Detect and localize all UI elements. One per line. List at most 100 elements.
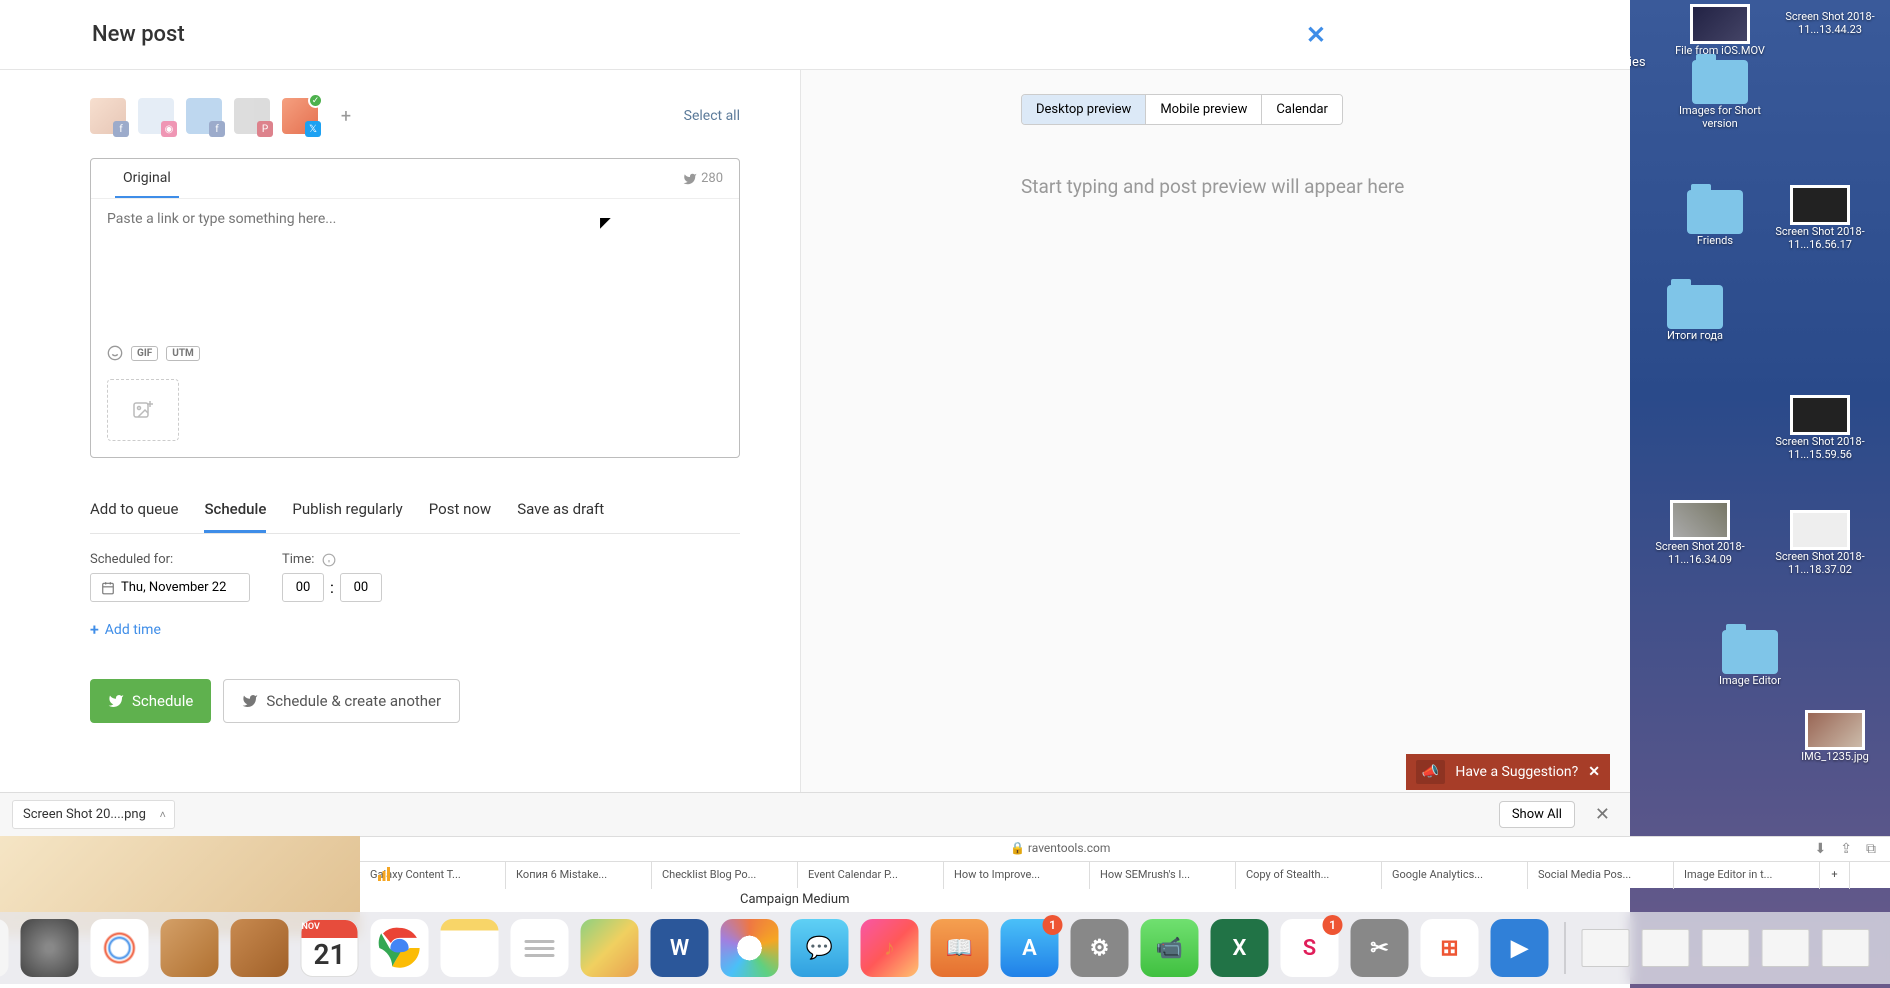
dock-system-preferences[interactable]: ⚙ — [1071, 919, 1129, 977]
download-bar-close[interactable]: ✕ — [1587, 800, 1618, 829]
schedule-button[interactable]: Schedule — [90, 679, 211, 723]
account-facebook-1[interactable]: f — [90, 98, 126, 134]
add-time-link[interactable]: +Add time — [90, 620, 740, 639]
compose-tab-original[interactable]: Original — [115, 160, 179, 198]
desktop-screenshot-5[interactable]: Screen Shot 2018-11...18.37.02 — [1760, 510, 1880, 576]
dock-notes[interactable] — [441, 919, 499, 977]
desktop-folder-friends[interactable]: Friends — [1655, 190, 1775, 247]
background-tab[interactable]: Event Calendar P... — [798, 862, 944, 889]
dock-separator — [1565, 922, 1566, 974]
time-label: Time: — [282, 552, 382, 567]
tab-add-to-queue[interactable]: Add to queue — [90, 488, 178, 533]
dock-office[interactable]: ⊞ — [1421, 919, 1479, 977]
desktop-screenshot-1[interactable]: Screen Shot 2018-11...13.44.23 — [1770, 10, 1890, 36]
preview-tab-mobile[interactable]: Mobile preview — [1145, 95, 1261, 124]
dock-excel[interactable]: X — [1211, 919, 1269, 977]
add-account-button[interactable]: + — [330, 100, 362, 132]
background-tab[interactable]: Image Editor in t... — [1674, 862, 1820, 889]
desktop-screenshot-3[interactable]: Screen Shot 2018-11...15.59.56 — [1760, 395, 1880, 461]
dock-minimized-4[interactable] — [1762, 929, 1810, 967]
dock-ibooks[interactable]: 📖 — [931, 919, 989, 977]
dock-minimized-2[interactable] — [1642, 929, 1690, 967]
account-facebook-2[interactable]: f — [186, 98, 222, 134]
gif-button[interactable]: GIF — [131, 346, 158, 361]
dock-calendar[interactable]: NOV21 — [301, 919, 359, 977]
preview-tab-desktop[interactable]: Desktop preview — [1022, 95, 1145, 124]
modal-header: New post ✕ — [0, 0, 1630, 70]
preview-pane: Desktop preview Mobile preview Calendar … — [800, 70, 1630, 835]
select-all-link[interactable]: Select all — [684, 108, 740, 124]
background-tab[interactable]: Copy of Stealth... — [1236, 862, 1382, 889]
dock-facetime[interactable]: 📹 — [1141, 919, 1199, 977]
minute-input[interactable] — [340, 573, 382, 602]
dock-trash[interactable] — [1882, 919, 1890, 977]
dock-chrome[interactable] — [371, 919, 429, 977]
background-tab[interactable]: How SEMrush's I... — [1090, 862, 1236, 889]
suggestion-close[interactable]: ✕ — [1588, 764, 1600, 780]
dock-mail[interactable] — [161, 919, 219, 977]
desktop-screenshot-2[interactable]: Screen Shot 2018-11...16.56.17 — [1760, 185, 1880, 251]
twitter-icon — [242, 693, 258, 709]
desktop-folder-image-editor[interactable]: Image Editor — [1690, 630, 1810, 687]
desktop-file-mov[interactable]: File from iOS.MOV — [1660, 4, 1780, 57]
emoji-icon[interactable] — [107, 345, 123, 361]
account-instagram[interactable]: ◉ — [138, 98, 174, 134]
dock-appstore[interactable]: A1 — [1001, 919, 1059, 977]
dock-minimized-5[interactable] — [1822, 929, 1870, 967]
dock-maps[interactable] — [581, 919, 639, 977]
twitter-icon — [683, 172, 697, 186]
dock-word[interactable]: W — [651, 919, 709, 977]
suggestion-bar[interactable]: 📣 Have a Suggestion? ✕ — [1406, 754, 1610, 790]
image-plus-icon — [131, 398, 155, 422]
date-picker[interactable]: Thu, November 22 — [90, 573, 250, 602]
background-tab[interactable]: Копия 6 Mistake... — [506, 862, 652, 889]
hour-input[interactable] — [282, 573, 324, 602]
tab-post-now[interactable]: Post now — [429, 488, 491, 533]
tab-schedule[interactable]: Schedule — [204, 488, 266, 533]
dock-reminders[interactable] — [511, 919, 569, 977]
dock-finder[interactable] — [0, 919, 9, 977]
dock: NOV21 W 💬 ♪ 📖 A1 ⚙ 📹 X S1 ✂ ⊞ ▶ — [0, 912, 1890, 984]
background-new-tab[interactable]: + — [1820, 862, 1850, 889]
close-button[interactable]: ✕ — [1306, 21, 1326, 49]
desktop-folder-itogi[interactable]: Итоги года — [1635, 285, 1755, 342]
compose-textarea[interactable] — [91, 199, 739, 339]
desktop-screenshot-4[interactable]: Screen Shot 2018-11...16.34.09 — [1640, 500, 1760, 566]
dock-launchpad[interactable] — [21, 919, 79, 977]
background-tab[interactable]: Checklist Blog Po... — [652, 862, 798, 889]
dock-photos[interactable] — [721, 919, 779, 977]
download-item[interactable]: Screen Shot 20....png ˄ — [12, 800, 175, 829]
dock-messages[interactable]: 💬 — [791, 919, 849, 977]
desktop-file-img1235[interactable]: IMG_1235.jpg — [1775, 710, 1890, 763]
dock-screenflow[interactable]: ▶ — [1491, 919, 1549, 977]
background-tab[interactable]: How to Improve... — [944, 862, 1090, 889]
scheduled-for-label: Scheduled for: — [90, 552, 250, 567]
dock-contacts[interactable] — [231, 919, 289, 977]
background-window: 🔒 raventools.com ⬇⇪⧉ Galaxy Content T...… — [360, 836, 1890, 888]
dock-minimized-1[interactable] — [1582, 929, 1630, 967]
account-pinterest[interactable]: P — [234, 98, 270, 134]
preview-tabs: Desktop preview Mobile preview Calendar — [1021, 94, 1343, 125]
char-count: 280 — [683, 171, 723, 186]
tab-publish-regularly[interactable]: Publish regularly — [292, 488, 402, 533]
dock-slack[interactable]: S1 — [1281, 919, 1339, 977]
accounts-row: f ◉ f P ✓𝕏 + Select all — [90, 98, 740, 134]
preview-tab-calendar[interactable]: Calendar — [1261, 95, 1342, 124]
image-upload-tile[interactable] — [107, 379, 179, 441]
account-twitter[interactable]: ✓𝕏 — [282, 98, 318, 134]
download-bar: Screen Shot 20....png ˄ Show All ✕ — [0, 792, 1630, 836]
background-tabs: Galaxy Content T...Копия 6 Mistake...Che… — [360, 861, 1890, 889]
dock-minimized-3[interactable] — [1702, 929, 1750, 967]
info-icon[interactable] — [322, 553, 336, 567]
utm-button[interactable]: UTM — [166, 346, 200, 361]
background-tab[interactable]: Google Analytics... — [1382, 862, 1528, 889]
dock-grab[interactable]: ✂ — [1351, 919, 1409, 977]
background-tab[interactable]: Social Media Pos... — [1528, 862, 1674, 889]
show-all-button[interactable]: Show All — [1499, 801, 1575, 828]
dock-itunes[interactable]: ♪ — [861, 919, 919, 977]
tab-save-draft[interactable]: Save as draft — [517, 488, 604, 533]
schedule-another-button[interactable]: Schedule & create another — [223, 679, 460, 723]
dock-safari[interactable] — [91, 919, 149, 977]
analytics-icon — [376, 867, 392, 883]
desktop-folder-images-short[interactable]: Images for Short version — [1660, 60, 1780, 130]
